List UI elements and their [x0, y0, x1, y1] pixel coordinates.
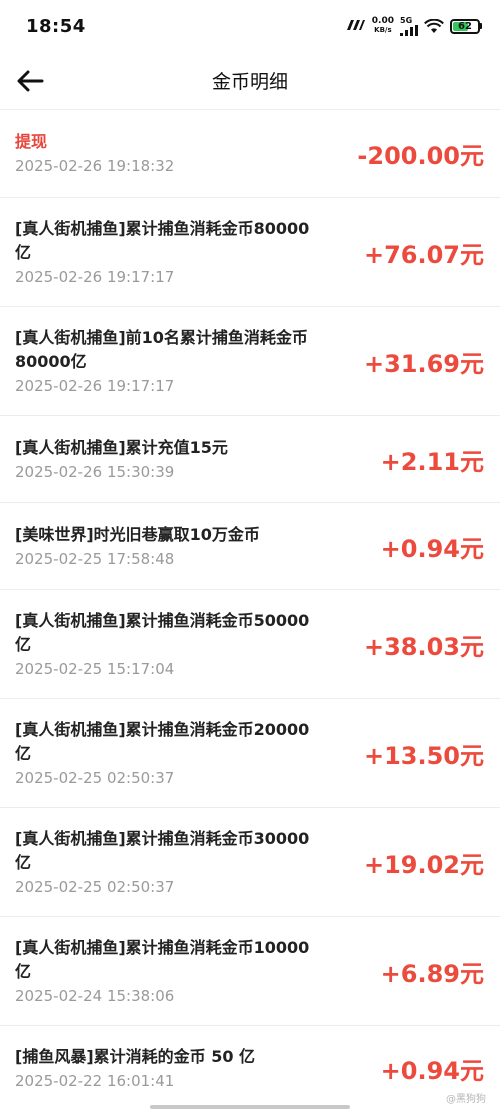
item-title: [真人街机捕鱼]累计捕鱼消耗金币20000亿 — [15, 719, 310, 763]
item-amount: +2.11元 — [380, 447, 484, 476]
item-title: 提现 — [15, 132, 48, 151]
status-time: 18:54 — [26, 15, 86, 37]
item-time: 2025-02-22 16:01:41 — [15, 1072, 175, 1090]
item-time: 2025-02-26 19:17:17 — [15, 267, 175, 286]
item-time: 2025-02-24 15:38:06 — [15, 986, 175, 1005]
network-speed-value: 0.00 — [371, 16, 394, 26]
item-amount: +31.69元 — [363, 349, 484, 378]
coin-detail-list: 提现 2025-02-26 19:18:32 -200.00元 [真人街机捕鱼]… — [0, 110, 500, 1111]
cell-signal: 5G — [400, 15, 418, 36]
item-title: [真人街机捕鱼]累计捕鱼消耗金币50000亿 — [15, 610, 310, 654]
item-title: [真人街机捕鱼]累计捕鱼消耗金币80000亿 — [15, 218, 310, 262]
item-title: [美味世界]时光旧巷赢取10万金币 — [15, 524, 260, 544]
list-item[interactable]: [真人街机捕鱼]累计充值15元 2025-02-26 15:30:39 +2.1… — [0, 416, 500, 503]
list-item[interactable]: [真人街机捕鱼]累计捕鱼消耗金币20000亿 2025-02-25 02:50:… — [0, 699, 500, 808]
list-item[interactable]: [美味世界]时光旧巷赢取10万金币 2025-02-25 17:58:48 +0… — [0, 503, 500, 590]
home-indicator[interactable] — [150, 1105, 350, 1109]
list-item[interactable]: [真人街机捕鱼]累计捕鱼消耗金币80000亿 2025-02-26 19:17:… — [0, 198, 500, 307]
back-button[interactable] — [10, 61, 50, 101]
list-item[interactable]: [真人街机捕鱼]累计捕鱼消耗金币50000亿 2025-02-25 15:17:… — [0, 590, 500, 699]
item-amount: +0.94元 — [380, 1057, 484, 1085]
list-item[interactable]: [真人街机捕鱼]前10名累计捕鱼消耗金币80000亿 2025-02-26 19… — [0, 307, 500, 416]
status-bar: 18:54 0.00 KB/s 5G 62 — [0, 0, 500, 52]
list-item[interactable]: [真人街机捕鱼]累计捕鱼消耗金币10000亿 2025-02-24 15:38:… — [0, 917, 500, 1026]
item-amount: +19.02元 — [363, 850, 484, 879]
battery-level: 62 — [458, 20, 472, 32]
item-time: 2025-02-25 15:17:04 — [15, 659, 175, 678]
wifi-icon — [424, 18, 444, 33]
item-title: [真人街机捕鱼]累计充值15元 — [15, 437, 228, 457]
item-title: [真人街机捕鱼]累计捕鱼消耗金币30000亿 — [15, 828, 310, 872]
item-time: 2025-02-26 19:17:17 — [15, 376, 175, 395]
item-amount: +38.03元 — [363, 632, 484, 661]
item-time: 2025-02-26 19:18:32 — [15, 157, 175, 175]
item-amount: +76.07元 — [363, 240, 484, 269]
item-title: [捕鱼风暴]累计消耗的金币 50 亿 — [15, 1047, 256, 1066]
item-amount: -200.00元 — [357, 142, 484, 170]
item-time: 2025-02-26 15:30:39 — [15, 462, 175, 481]
item-time: 2025-02-25 17:58:48 — [15, 549, 175, 568]
list-item[interactable]: [真人街机捕鱼]累计捕鱼消耗金币30000亿 2025-02-25 02:50:… — [0, 808, 500, 917]
arrow-left-icon — [17, 70, 44, 92]
carrier-logo-icon — [346, 19, 366, 34]
page-title: 金币明细 — [211, 71, 288, 93]
battery-icon: 62 — [450, 18, 482, 34]
list-item[interactable]: [捕鱼风暴]累计消耗的金币 50 亿 2025-02-22 16:01:41 +… — [0, 1026, 500, 1111]
top-nav-bar: 金币明细 — [0, 52, 500, 110]
item-amount: +6.89元 — [380, 959, 484, 988]
status-indicators: 0.00 KB/s 5G 62 — [346, 15, 482, 36]
item-amount: +13.50元 — [363, 741, 484, 770]
network-speed: 0.00 KB/s — [372, 17, 394, 35]
signal-bars-icon — [400, 24, 418, 36]
watermark: @黑狗狗 — [446, 1094, 486, 1105]
item-time: 2025-02-25 02:50:37 — [15, 768, 175, 787]
item-title: [真人街机捕鱼]前10名累计捕鱼消耗金币80000亿 — [15, 327, 308, 371]
network-speed-unit: KB/s — [374, 26, 392, 34]
item-title: [真人街机捕鱼]累计捕鱼消耗金币10000亿 — [15, 937, 310, 981]
item-amount: +0.94元 — [380, 534, 484, 563]
signal-type-label: 5G — [400, 15, 413, 25]
item-time: 2025-02-25 02:50:37 — [15, 877, 175, 896]
list-item[interactable]: 提现 2025-02-26 19:18:32 -200.00元 — [0, 110, 500, 198]
